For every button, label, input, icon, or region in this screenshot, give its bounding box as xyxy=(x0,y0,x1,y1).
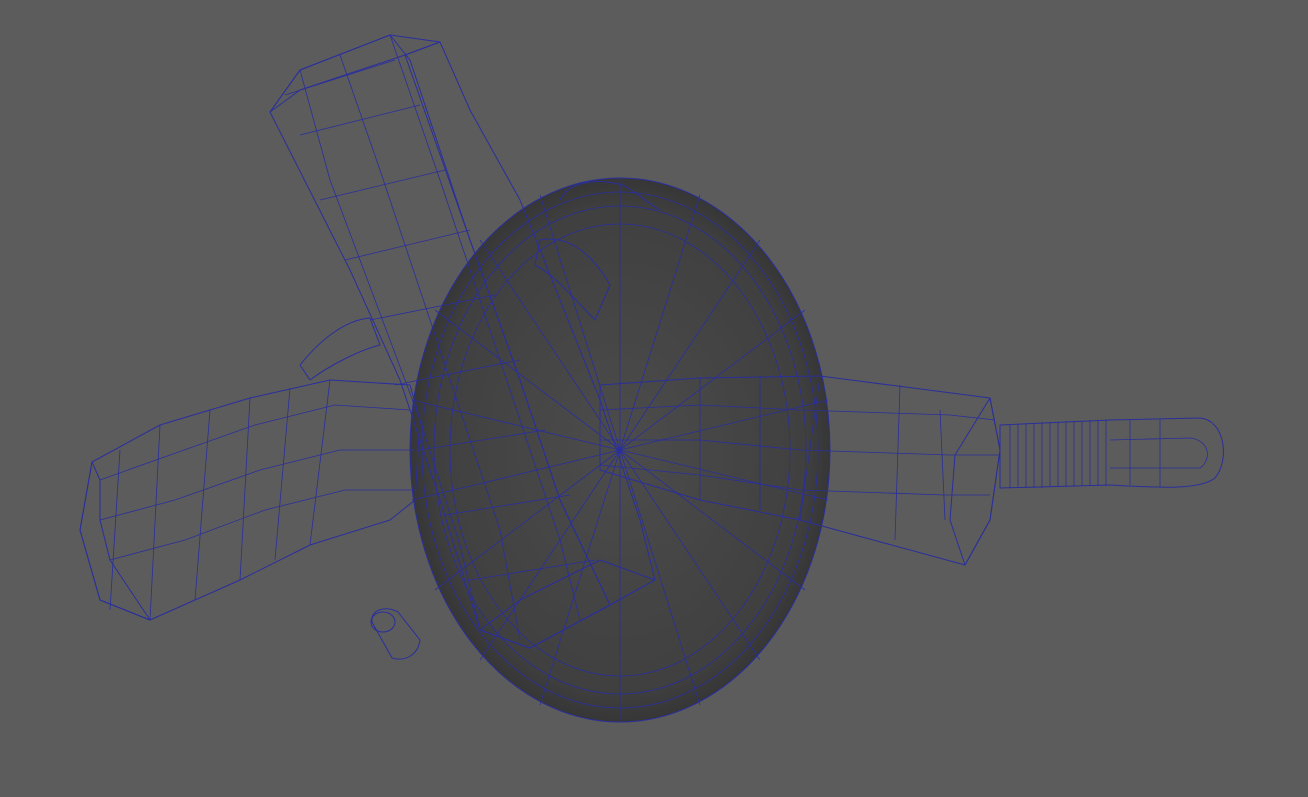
drill-chuck-mesh[interactable] xyxy=(999,417,1224,489)
viewport-canvas[interactable] xyxy=(0,0,1308,797)
side-knob-mesh[interactable] xyxy=(370,608,421,660)
3d-viewport[interactable] xyxy=(0,0,1308,797)
left-handle-mesh[interactable] xyxy=(79,379,421,621)
